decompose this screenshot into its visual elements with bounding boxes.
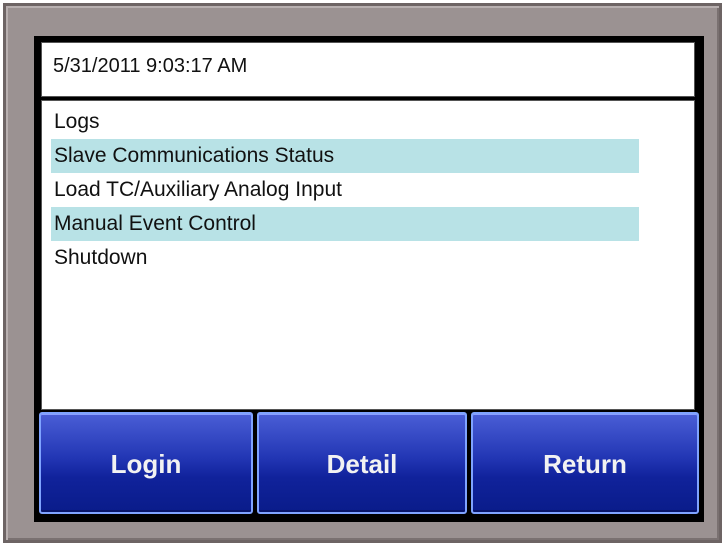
menu-item-shutdown[interactable]: Shutdown <box>51 241 639 275</box>
status-header: 5/31/2011 9:03:17 AM <box>41 42 695 97</box>
login-button[interactable]: Login <box>39 412 253 514</box>
detail-button[interactable]: Detail <box>257 412 467 514</box>
datetime-display: 5/31/2011 9:03:17 AM <box>53 55 248 77</box>
menu-item-logs[interactable]: Logs <box>51 105 639 139</box>
menu-item-slave-communications-status[interactable]: Slave Communications Status <box>51 139 639 173</box>
button-bar: Login Detail Return <box>39 412 699 514</box>
menu-list: Logs Slave Communications Status Load TC… <box>41 100 695 410</box>
device-bezel: 5/31/2011 9:03:17 AM Logs Slave Communic… <box>3 3 722 543</box>
return-button[interactable]: Return <box>471 412 699 514</box>
touch-screen: 5/31/2011 9:03:17 AM Logs Slave Communic… <box>34 36 704 522</box>
menu-item-manual-event-control[interactable]: Manual Event Control <box>51 207 639 241</box>
menu-item-load-tc-auxiliary-analog-input[interactable]: Load TC/Auxiliary Analog Input <box>51 173 639 207</box>
